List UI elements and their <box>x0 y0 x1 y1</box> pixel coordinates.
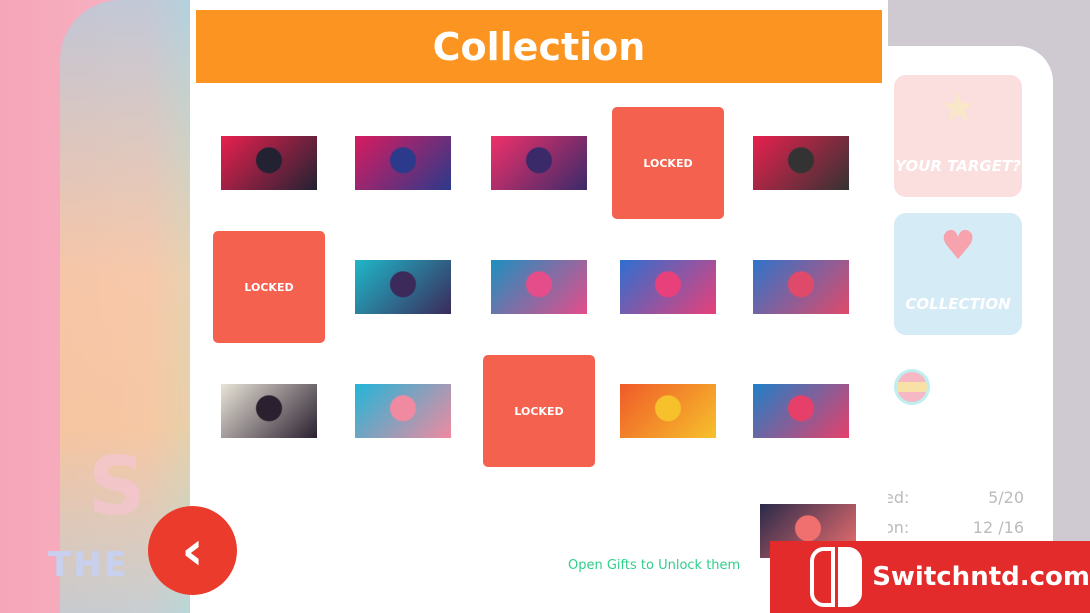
locked-tile[interactable]: LOCKED <box>612 107 724 219</box>
language-flag-icon[interactable] <box>894 369 930 405</box>
game-logo-subtitle: THE <box>48 545 129 585</box>
star-icon: ★ <box>940 85 976 131</box>
your-target-button[interactable]: ★ YOUR TARGET? <box>894 75 1022 197</box>
heart-icon: ♥ <box>940 223 976 269</box>
stat-value: 5/20 <box>988 488 1024 507</box>
collection-card[interactable] <box>355 136 451 190</box>
collection-card[interactable] <box>491 136 587 190</box>
sidebar-panel: ★ YOUR TARGET? ♥ COLLECTION ed: 5/20 on:… <box>860 46 1053 606</box>
game-logo: S <box>88 440 146 533</box>
page-title: Collection <box>196 10 882 83</box>
stat-value: 12 /16 <box>972 518 1024 537</box>
chevron-left-icon: ‹ <box>181 519 204 582</box>
your-target-label: YOUR TARGET? <box>895 157 1021 175</box>
locked-tile[interactable]: LOCKED <box>213 231 325 343</box>
stat-row: ed: 5/20 <box>884 488 1024 507</box>
collection-card[interactable] <box>620 260 716 314</box>
collection-label: COLLECTION <box>905 295 1011 313</box>
collection-card[interactable] <box>753 260 849 314</box>
back-button[interactable]: ‹ <box>148 506 237 595</box>
collection-card[interactable] <box>221 136 317 190</box>
collection-card[interactable] <box>491 260 587 314</box>
collection-card[interactable] <box>355 260 451 314</box>
collection-button[interactable]: ♥ COLLECTION <box>894 213 1022 335</box>
switch-logo-icon <box>810 547 863 607</box>
collection-card[interactable] <box>753 136 849 190</box>
watermark-text: Switchntd.com <box>872 562 1090 592</box>
collection-card[interactable] <box>753 384 849 438</box>
collection-card[interactable] <box>221 384 317 438</box>
locked-tile[interactable]: LOCKED <box>483 355 595 467</box>
watermark: Switchntd.com <box>770 541 1090 613</box>
stat-row: on: 12 /16 <box>884 518 1024 537</box>
unlock-hint: Open Gifts to Unlock them <box>568 558 741 573</box>
collection-card[interactable] <box>355 384 451 438</box>
collection-card[interactable] <box>620 384 716 438</box>
